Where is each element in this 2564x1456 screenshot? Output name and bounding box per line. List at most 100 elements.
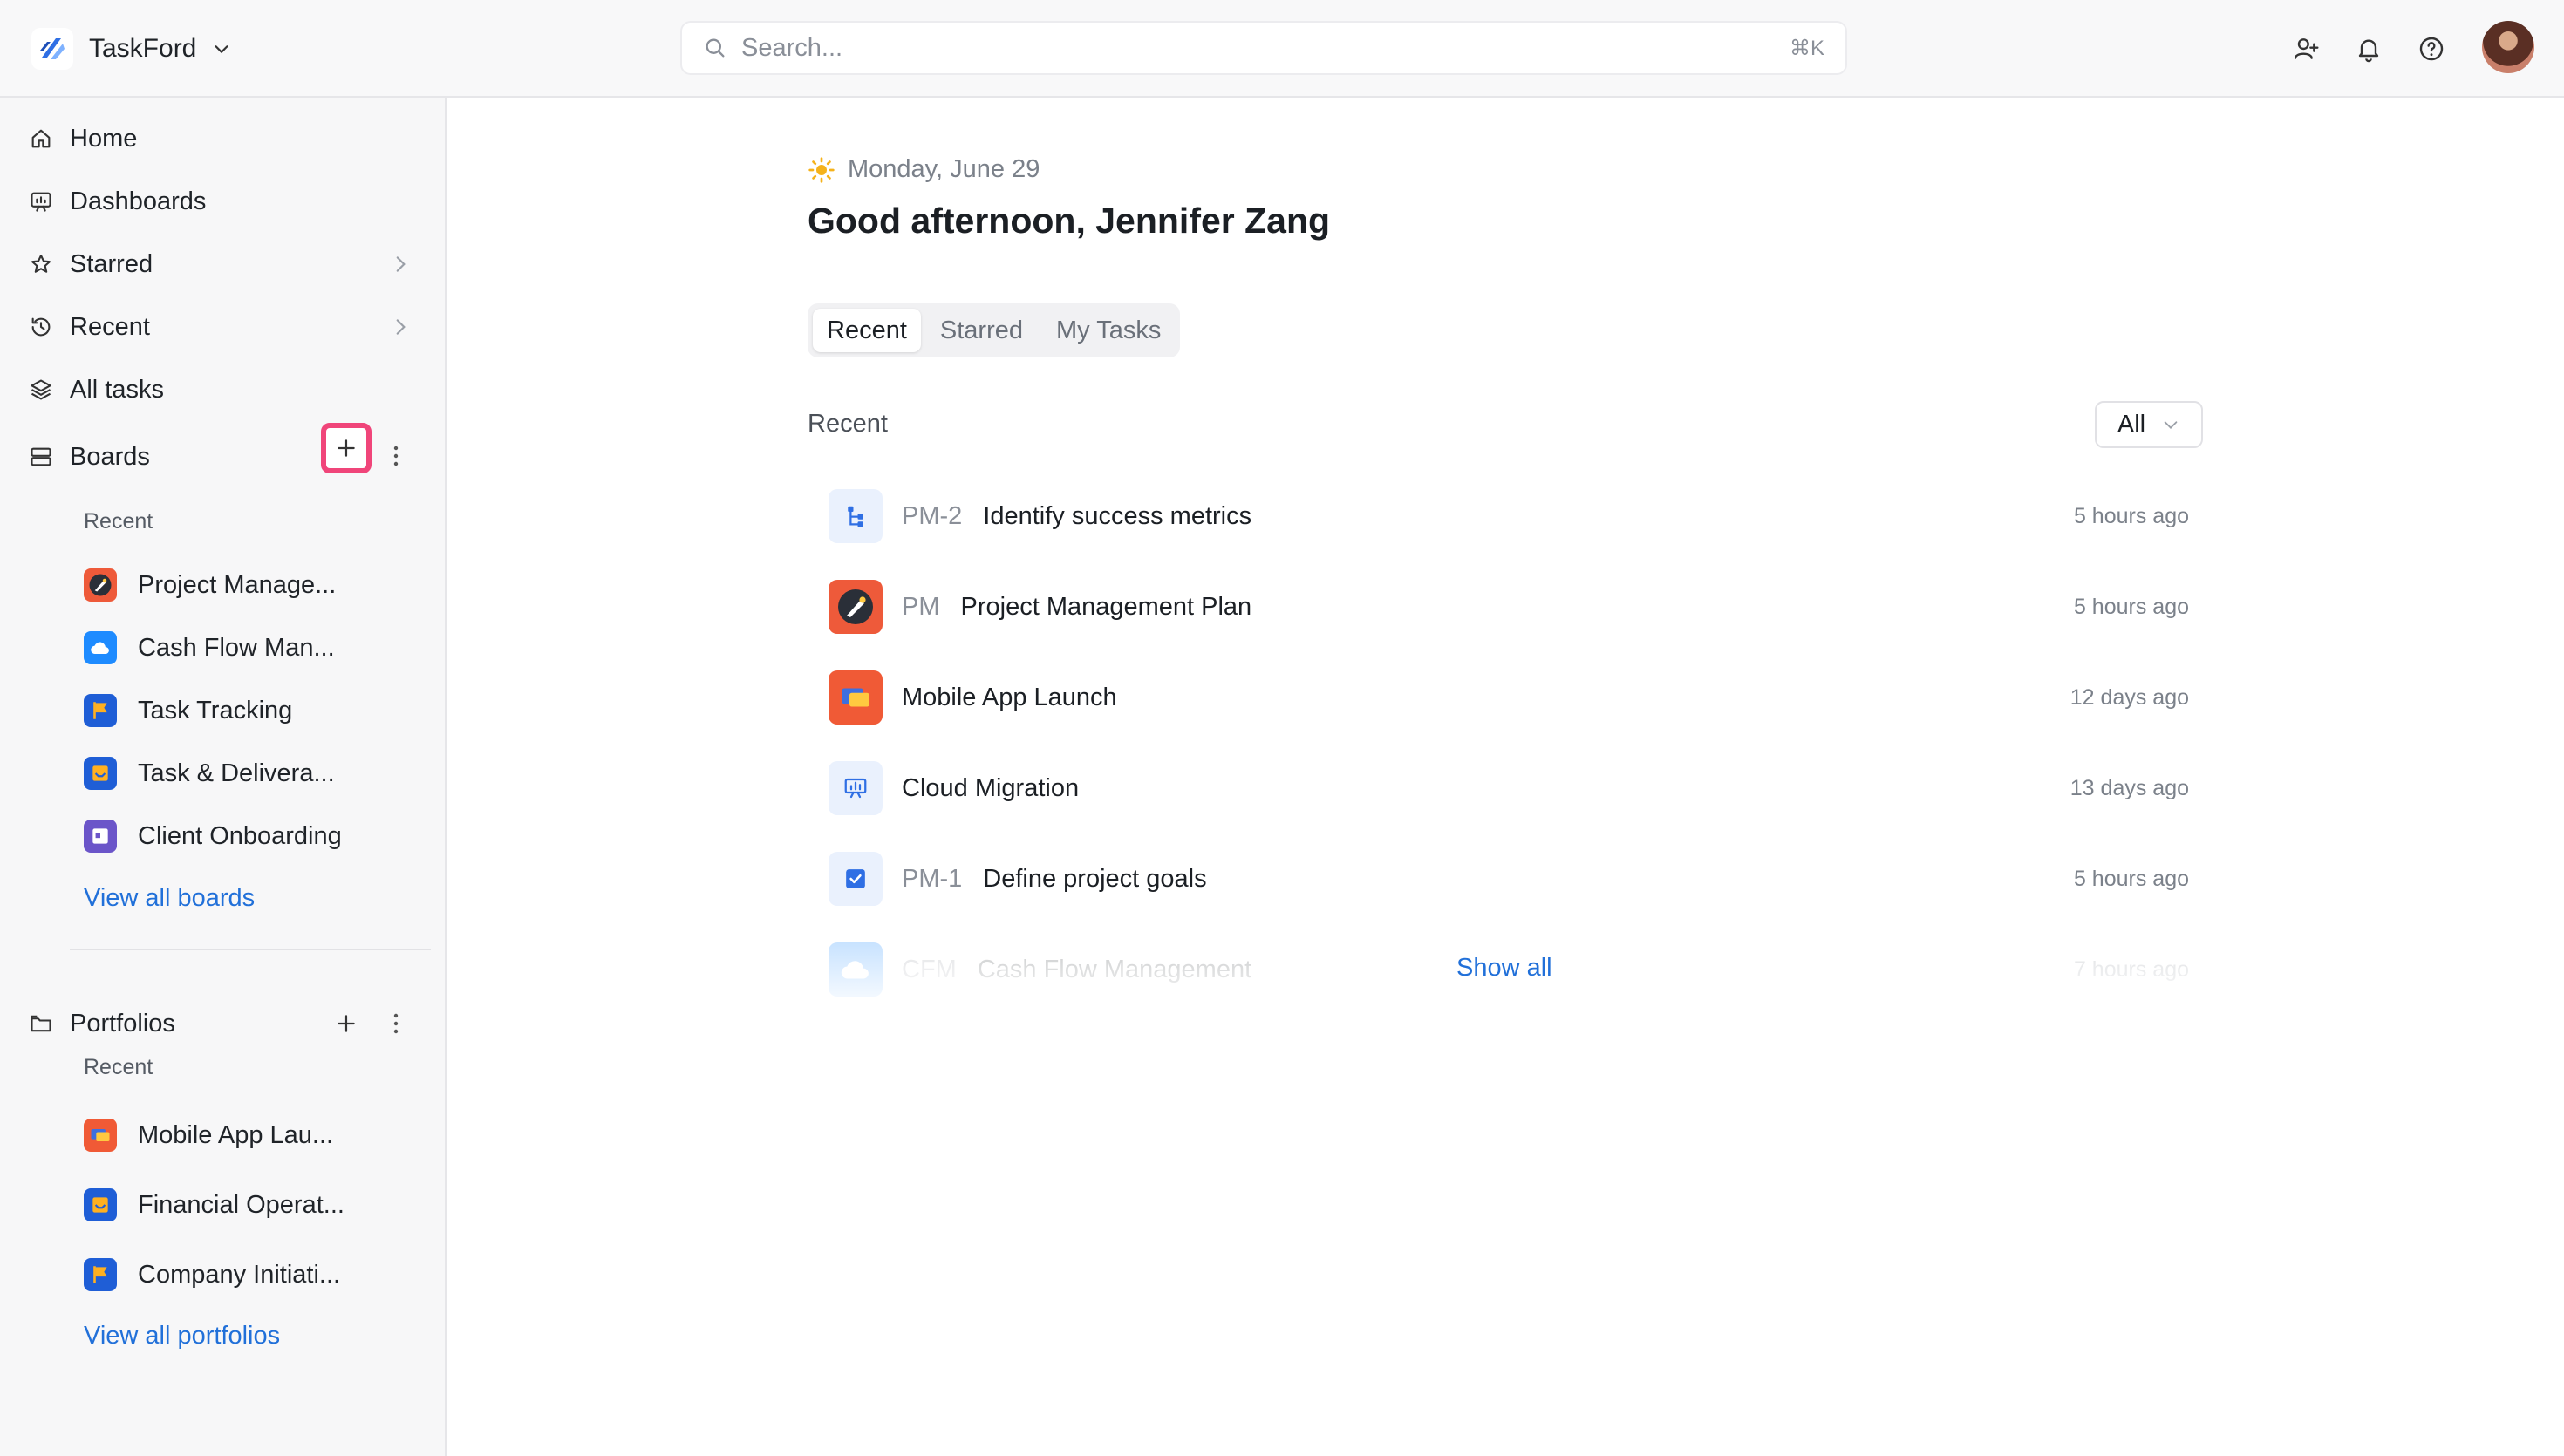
date-line: Monday, June 29: [808, 155, 1040, 184]
home-icon: [28, 126, 54, 152]
recent-item-project-management-plan[interactable]: PM Project Management Plan 5 hours ago: [829, 579, 2189, 635]
sidebar-item-label: Starred: [70, 249, 153, 278]
sidebar-item-recent[interactable]: Recent: [28, 304, 412, 350]
recent-item-define-project-goals[interactable]: PM-1 Define project goals 5 hours ago: [829, 851, 2189, 907]
view-all-portfolios-link[interactable]: View all portfolios: [84, 1322, 280, 1351]
chevron-right-icon: [396, 319, 406, 335]
board-item-task-deliverables[interactable]: Task & Delivera...: [84, 751, 335, 796]
recent-section-title: Recent: [808, 410, 888, 438]
tab-recent[interactable]: Recent: [813, 309, 921, 352]
home-tabs: Recent Starred My Tasks: [808, 303, 1181, 357]
item-title: Mobile App Launch: [902, 683, 1117, 711]
board-item-label: Cash Flow Man...: [138, 633, 335, 662]
user-avatar[interactable]: [2482, 21, 2534, 73]
sidebar-divider: [70, 949, 431, 950]
view-all-boards-link[interactable]: View all boards: [84, 884, 255, 913]
recent-filter-select[interactable]: All: [2095, 401, 2203, 448]
greeting-title: Good afternoon, Jennifer Zang: [808, 201, 1331, 241]
chevron-right-icon: [396, 256, 406, 272]
sidebar-item-home[interactable]: Home: [28, 116, 412, 161]
star-icon: [28, 251, 54, 277]
board-item-label: Project Manage...: [138, 570, 337, 599]
flag-icon: [84, 694, 117, 727]
item-title: Cloud Migration: [902, 773, 1080, 802]
board-item-label: Task & Delivera...: [138, 759, 335, 787]
dashboard-icon: [28, 188, 54, 214]
item-title: Project Management Plan: [960, 592, 1252, 621]
boards-section-title: Boards: [70, 442, 150, 471]
plus-icon: [338, 439, 355, 457]
recent-item-mobile-app-launch[interactable]: Mobile App Launch 12 days ago: [829, 670, 2189, 725]
bell-icon[interactable]: [2353, 33, 2384, 65]
compass-icon: [829, 580, 883, 634]
inbox-icon: [84, 1188, 117, 1221]
compass-icon: [84, 568, 117, 602]
show-all-link[interactable]: Show all: [1456, 954, 1552, 983]
sidebar-item-starred[interactable]: Starred: [28, 242, 412, 287]
search-input[interactable]: [741, 33, 1790, 63]
portfolio-item-label: Financial Operat...: [138, 1190, 344, 1219]
main-content: Monday, June 29 Good afternoon, Jennifer…: [448, 98, 2564, 1456]
portfolios-section-title: Portfolios: [70, 1009, 175, 1038]
cards-icon: [829, 670, 883, 725]
portfolio-item-company-initiatives[interactable]: Company Initiati...: [84, 1252, 340, 1297]
item-time: 5 hours ago: [2073, 866, 2189, 891]
history-icon: [28, 314, 54, 340]
board-item-cash-flow[interactable]: Cash Flow Man...: [84, 625, 335, 670]
add-board-button[interactable]: [321, 423, 372, 473]
board-item-task-tracking[interactable]: Task Tracking: [84, 688, 292, 733]
portfolio-item-label: Mobile App Lau...: [138, 1120, 334, 1149]
flag-icon: [84, 1258, 117, 1291]
cloud-icon: [829, 942, 883, 997]
top-bar: TaskFord ⌘K: [0, 0, 2564, 98]
board-item-client-onboarding[interactable]: Client Onboarding: [84, 813, 342, 859]
sun-icon: [808, 156, 835, 183]
current-date: Monday, June 29: [848, 155, 1040, 183]
inbox-icon: [84, 757, 117, 790]
tab-my-tasks[interactable]: My Tasks: [1042, 309, 1175, 352]
workspace-name: TaskFord: [89, 34, 197, 63]
presentation-chart-icon: [829, 761, 883, 815]
item-title: Cash Flow Management: [977, 955, 1252, 983]
portfolio-item-label: Company Initiati...: [138, 1260, 341, 1289]
boards-icon: [28, 444, 54, 470]
portfolio-item-financial-operations[interactable]: Financial Operat...: [84, 1182, 344, 1228]
cloud-icon: [84, 631, 117, 664]
sidebar: Home Dashboards Starred Recent All tasks…: [0, 98, 447, 1456]
boards-more-button[interactable]: [387, 439, 405, 473]
chevron-down-icon: [215, 45, 228, 53]
recent-item-cloud-migration[interactable]: Cloud Migration 13 days ago: [829, 760, 2189, 816]
search-bar[interactable]: ⌘K: [680, 21, 1847, 75]
tab-starred[interactable]: Starred: [926, 309, 1037, 352]
boards-recent-label: Recent: [84, 509, 153, 534]
chevron-down-icon: [2164, 421, 2178, 429]
portfolio-item-mobile-app[interactable]: Mobile App Lau...: [84, 1112, 333, 1158]
subtask-icon: [829, 489, 883, 543]
item-time: 12 days ago: [2070, 684, 2189, 710]
search-icon: [706, 38, 725, 58]
plus-icon: [338, 1015, 355, 1032]
calendar-icon: [84, 820, 117, 853]
layers-icon: [28, 377, 54, 403]
help-icon[interactable]: [2416, 33, 2447, 65]
sidebar-item-label: Dashboards: [70, 187, 207, 215]
portfolios-more-button[interactable]: [387, 1006, 405, 1041]
board-item-label: Client Onboarding: [138, 821, 342, 850]
folder-icon: [28, 1010, 54, 1037]
invite-user-icon[interactable]: [2290, 33, 2322, 65]
item-key: PM: [902, 592, 940, 621]
board-item-label: Task Tracking: [138, 696, 293, 725]
recent-item-identify-success-metrics[interactable]: PM-2 Identify success metrics 5 hours ag…: [829, 488, 2189, 544]
sidebar-item-label: All tasks: [70, 375, 164, 404]
sidebar-item-dashboards[interactable]: Dashboards: [28, 179, 412, 224]
search-shortcut: ⌘K: [1789, 36, 1824, 60]
taskford-logo-icon: [31, 28, 73, 70]
add-portfolio-button[interactable]: [326, 1004, 366, 1044]
workspace-switcher[interactable]: TaskFord: [31, 26, 231, 71]
board-item-project-management[interactable]: Project Manage...: [84, 562, 336, 608]
item-time: 7 hours ago: [2073, 956, 2189, 982]
sidebar-item-all-tasks[interactable]: All tasks: [28, 367, 412, 412]
item-key: PM-2: [902, 501, 963, 530]
more-vertical-icon: [393, 446, 399, 466]
item-time: 5 hours ago: [2073, 503, 2189, 528]
